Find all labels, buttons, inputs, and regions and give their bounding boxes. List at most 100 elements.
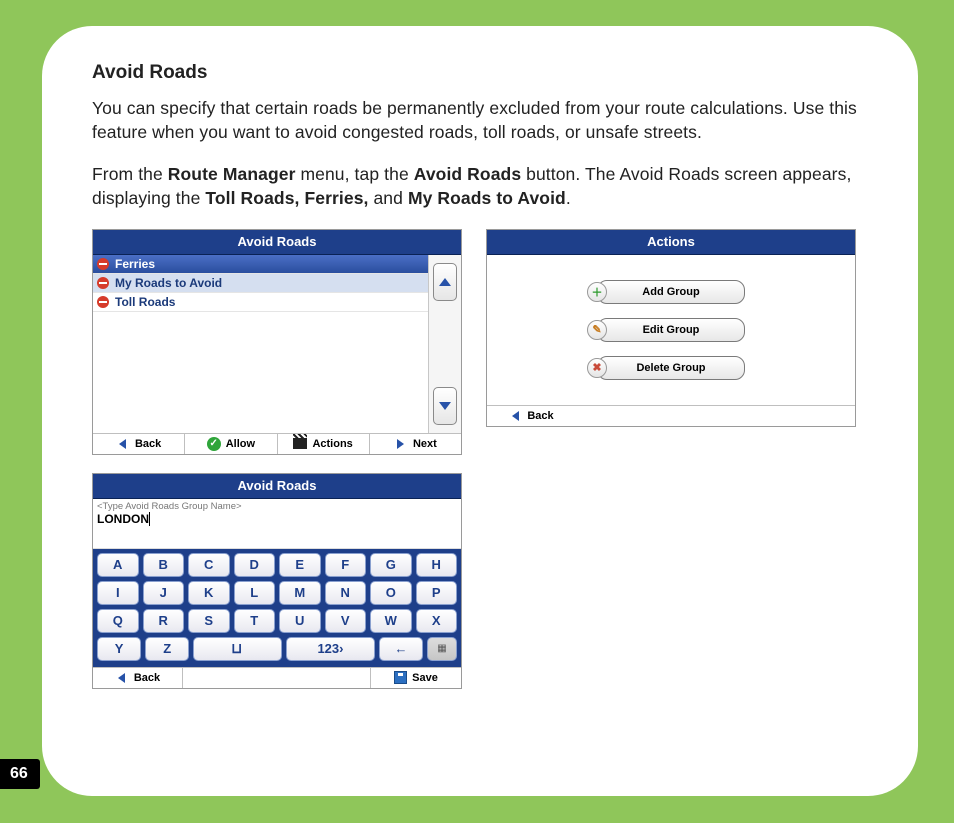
scroll-column bbox=[429, 255, 461, 433]
key-o[interactable]: O bbox=[370, 581, 412, 605]
page-title: Avoid Roads bbox=[92, 62, 868, 84]
list-item-label: Ferries bbox=[115, 257, 155, 271]
key-numeric[interactable]: 123› bbox=[286, 637, 375, 661]
page-number: 66 bbox=[0, 759, 40, 789]
key-q[interactable]: Q bbox=[97, 609, 139, 633]
list-item-label: My Roads to Avoid bbox=[115, 276, 222, 290]
chevron-left-icon bbox=[115, 671, 129, 685]
button-label: Save bbox=[412, 672, 438, 684]
button-label: Back bbox=[135, 438, 161, 450]
key-v[interactable]: V bbox=[325, 609, 367, 633]
key-t[interactable]: T bbox=[234, 609, 276, 633]
no-entry-icon bbox=[97, 296, 109, 308]
back-button[interactable]: Back bbox=[487, 406, 575, 426]
typed-value: LONDON bbox=[93, 512, 461, 526]
key-p[interactable]: P bbox=[416, 581, 458, 605]
bold-my-roads: My Roads to Avoid bbox=[408, 188, 566, 208]
button-label: Edit Group bbox=[643, 324, 700, 336]
clapper-icon bbox=[293, 438, 307, 449]
document-page: Avoid Roads You can specify that certain… bbox=[42, 26, 918, 796]
screenshot-actions-menu: Actions ＋ Add Group ✎ Edit Group ✖ Delet… bbox=[486, 229, 856, 427]
key-f[interactable]: F bbox=[325, 553, 367, 577]
screen-title: Avoid Roads bbox=[93, 474, 461, 499]
screenshot-avoid-roads-list: Avoid Roads Ferries My Roads to Avoid To… bbox=[92, 229, 462, 455]
text: and bbox=[369, 188, 408, 208]
key-a[interactable]: A bbox=[97, 553, 139, 577]
edit-group-button[interactable]: ✎ Edit Group bbox=[597, 318, 745, 342]
bold-route-manager: Route Manager bbox=[168, 164, 296, 184]
list-item-ferries[interactable]: Ferries bbox=[93, 255, 428, 274]
footer-bar: Back bbox=[487, 405, 855, 426]
add-icon: ＋ bbox=[587, 282, 607, 302]
text: From the bbox=[92, 164, 168, 184]
key-g[interactable]: G bbox=[370, 553, 412, 577]
key-u[interactable]: U bbox=[279, 609, 321, 633]
key-m[interactable]: M bbox=[279, 581, 321, 605]
space-icon: ⊔ bbox=[231, 640, 244, 657]
scroll-up-button[interactable] bbox=[433, 263, 457, 301]
footer-spacer bbox=[183, 668, 371, 688]
check-icon: ✓ bbox=[207, 437, 221, 451]
button-label: Back bbox=[527, 410, 553, 422]
key-x[interactable]: X bbox=[416, 609, 458, 633]
key-extra[interactable]: ▦ bbox=[427, 637, 457, 661]
scroll-down-button[interactable] bbox=[433, 387, 457, 425]
back-button[interactable]: Back bbox=[93, 434, 185, 454]
key-l[interactable]: L bbox=[234, 581, 276, 605]
button-label: Delete Group bbox=[636, 362, 705, 374]
grid-icon: ▦ bbox=[437, 643, 446, 654]
chevron-right-icon bbox=[394, 437, 408, 451]
button-label: Back bbox=[134, 672, 160, 684]
key-c[interactable]: C bbox=[188, 553, 230, 577]
text-entry-area[interactable]: <Type Avoid Roads Group Name> LONDON bbox=[93, 499, 461, 549]
key-k[interactable]: K bbox=[188, 581, 230, 605]
save-button[interactable]: Save bbox=[371, 668, 461, 688]
list-item-label: Toll Roads bbox=[115, 295, 175, 309]
button-label: Actions bbox=[312, 438, 352, 450]
allow-button[interactable]: ✓ Allow bbox=[185, 434, 277, 454]
input-hint: <Type Avoid Roads Group Name> bbox=[93, 499, 461, 512]
key-r[interactable]: R bbox=[143, 609, 185, 633]
key-n[interactable]: N bbox=[325, 581, 367, 605]
button-label: Add Group bbox=[642, 286, 699, 298]
key-b[interactable]: B bbox=[143, 553, 185, 577]
key-i[interactable]: I bbox=[97, 581, 139, 605]
delete-icon: ✖ bbox=[587, 358, 607, 378]
footer-bar: Back ✓ Allow Actions Next bbox=[93, 433, 461, 454]
no-entry-icon bbox=[97, 277, 109, 289]
text: . bbox=[566, 188, 571, 208]
list-item-my-roads[interactable]: My Roads to Avoid bbox=[93, 274, 428, 293]
instruction-paragraph: From the Route Manager menu, tap the Avo… bbox=[92, 162, 868, 210]
intro-paragraph: You can specify that certain roads be pe… bbox=[92, 96, 868, 144]
next-button[interactable]: Next bbox=[370, 434, 461, 454]
bold-toll-ferries: Toll Roads, Ferries, bbox=[205, 188, 368, 208]
key-y[interactable]: Y bbox=[97, 637, 141, 661]
save-icon bbox=[394, 671, 407, 684]
key-d[interactable]: D bbox=[234, 553, 276, 577]
list-item-toll-roads[interactable]: Toll Roads bbox=[93, 293, 428, 312]
key-backspace[interactable]: ← bbox=[379, 637, 423, 661]
button-label: Next bbox=[413, 438, 437, 450]
screenshot-keyboard-entry: Avoid Roads <Type Avoid Roads Group Name… bbox=[92, 473, 462, 689]
footer-bar: Back Save bbox=[93, 667, 461, 688]
delete-group-button[interactable]: ✖ Delete Group bbox=[597, 356, 745, 380]
screen-title: Actions bbox=[487, 230, 855, 255]
on-screen-keyboard: A B C D E F G H I J K L M N O P Q R bbox=[93, 549, 461, 667]
avoid-list: Ferries My Roads to Avoid Toll Roads bbox=[93, 255, 429, 433]
actions-button[interactable]: Actions bbox=[278, 434, 370, 454]
add-group-button[interactable]: ＋ Add Group bbox=[597, 280, 745, 304]
button-label: Allow bbox=[226, 438, 255, 450]
chevron-down-icon bbox=[439, 402, 451, 410]
key-j[interactable]: J bbox=[143, 581, 185, 605]
no-entry-icon bbox=[97, 258, 109, 270]
back-button[interactable]: Back bbox=[93, 668, 183, 688]
key-s[interactable]: S bbox=[188, 609, 230, 633]
key-h[interactable]: H bbox=[416, 553, 458, 577]
key-z[interactable]: Z bbox=[145, 637, 189, 661]
chevron-left-icon bbox=[508, 409, 522, 423]
key-space[interactable]: ⊔ bbox=[193, 637, 282, 661]
text: menu, tap the bbox=[296, 164, 414, 184]
key-w[interactable]: W bbox=[370, 609, 412, 633]
bold-avoid-roads: Avoid Roads bbox=[414, 164, 521, 184]
key-e[interactable]: E bbox=[279, 553, 321, 577]
